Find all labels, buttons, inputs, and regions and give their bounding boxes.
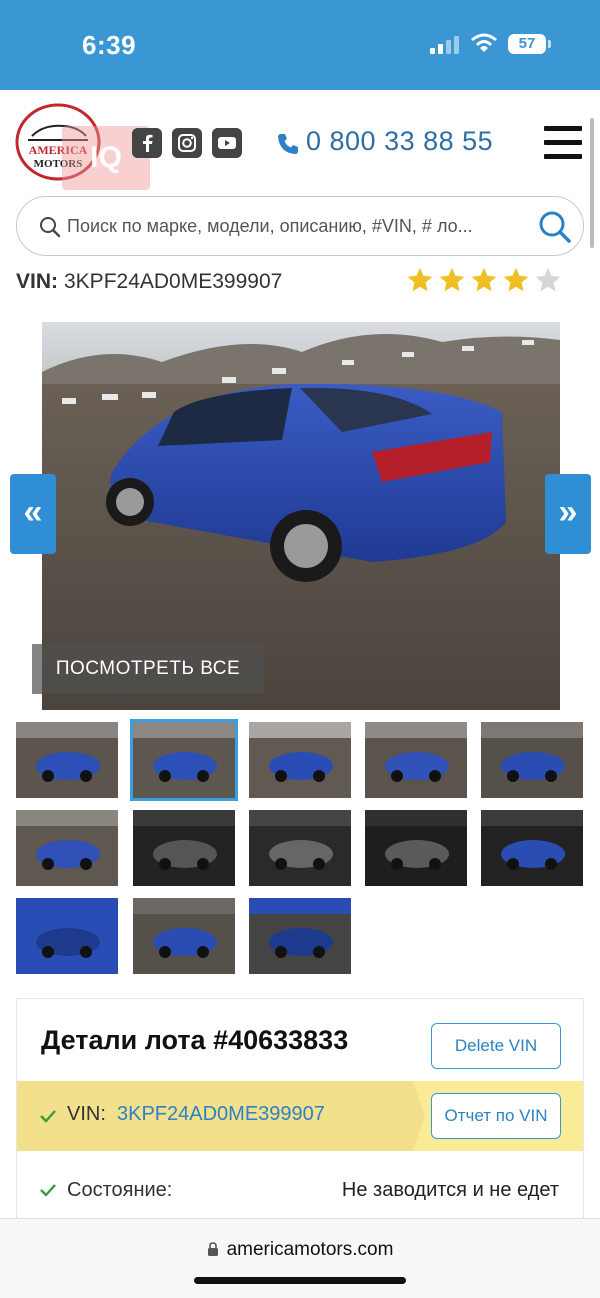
gallery-thumbnail[interactable] bbox=[249, 722, 351, 798]
phone-icon[interactable] bbox=[276, 132, 300, 156]
gallery-prev-button[interactable]: « bbox=[10, 474, 56, 554]
star-filled-icon bbox=[471, 267, 497, 292]
search-submit-icon[interactable] bbox=[537, 209, 573, 245]
gallery-thumbnail[interactable] bbox=[249, 810, 351, 886]
thumbnail-image bbox=[249, 810, 351, 886]
star-filled-icon bbox=[503, 267, 529, 292]
thumbnail-image bbox=[365, 810, 467, 886]
site-header: AMERICA MOTORS IQ 0 800 33 88 55 Поиск п… bbox=[0, 90, 600, 270]
gallery-thumbnail[interactable] bbox=[16, 810, 118, 886]
thumbnail-image bbox=[365, 722, 467, 798]
search-placeholder: Поиск по марке, модели, описанию, #VIN, … bbox=[67, 216, 473, 236]
phone-number-link[interactable]: 0 800 33 88 55 bbox=[306, 126, 493, 157]
vin-label: VIN: bbox=[16, 270, 58, 293]
url-display[interactable]: americamotors.com bbox=[0, 1239, 600, 1261]
rating-stars bbox=[406, 266, 576, 296]
search-icon bbox=[40, 217, 61, 238]
vin-value: 3KPF24AD0ME399907 bbox=[64, 270, 283, 293]
hamburger-menu-button[interactable] bbox=[544, 126, 584, 160]
condition-value: Не заводится и не едет bbox=[341, 1179, 559, 1201]
url-text: americamotors.com bbox=[226, 1239, 394, 1260]
lot-details-card: Детали лота #40633833 Delete VIN VIN: 3K… bbox=[16, 998, 584, 1228]
battery-indicator: 57 bbox=[508, 34, 551, 54]
check-icon bbox=[40, 1184, 56, 1197]
gallery-thumbnail[interactable] bbox=[365, 810, 467, 886]
status-bar: 6:39 57 bbox=[0, 0, 600, 90]
details-vin-label: VIN: bbox=[67, 1103, 106, 1125]
thumbnail-image bbox=[133, 722, 235, 798]
lock-icon bbox=[207, 1242, 218, 1256]
vin-row: VIN: 3KPF24AD0ME399907 bbox=[16, 267, 584, 300]
star-empty-icon bbox=[535, 267, 561, 292]
thumbnail-image bbox=[249, 898, 351, 974]
gallery-thumbnail[interactable] bbox=[365, 722, 467, 798]
thumbnail-image bbox=[249, 722, 351, 798]
gallery-thumbnail[interactable] bbox=[16, 722, 118, 798]
cellular-signal-icon bbox=[430, 36, 462, 54]
lot-details-title: Детали лота #40633833 bbox=[41, 1025, 349, 1055]
gallery-thumbnail[interactable] bbox=[133, 810, 235, 886]
delete-vin-button[interactable]: Delete VIN bbox=[431, 1023, 561, 1069]
page-scrollbar[interactable] bbox=[590, 118, 594, 248]
gallery-thumbnail[interactable] bbox=[249, 898, 351, 974]
gallery-thumbnail[interactable] bbox=[481, 810, 583, 886]
star-filled-icon bbox=[407, 267, 433, 292]
gallery-thumbnail[interactable] bbox=[130, 719, 238, 801]
check-icon bbox=[40, 1110, 56, 1123]
wifi-icon bbox=[471, 33, 497, 52]
facebook-icon[interactable] bbox=[132, 128, 162, 158]
thumbnail-image bbox=[481, 810, 583, 886]
condition-label: Состояние: bbox=[67, 1179, 173, 1201]
thumbnail-image bbox=[16, 722, 118, 798]
thumbnail-image bbox=[16, 898, 118, 974]
vin-report-button[interactable]: Отчет по VIN bbox=[431, 1093, 561, 1139]
star-filled-icon bbox=[439, 267, 465, 292]
vin-band: VIN: 3KPF24AD0ME399907 Отчет по VIN bbox=[17, 1081, 583, 1151]
view-all-photos-button[interactable]: ПОСМОТРЕТЬ ВСЕ bbox=[32, 644, 264, 694]
search-input[interactable]: Поиск по марке, модели, описанию, #VIN, … bbox=[16, 196, 584, 256]
thumbnail-image bbox=[133, 898, 235, 974]
gallery-next-button[interactable]: » bbox=[545, 474, 591, 554]
youtube-icon[interactable] bbox=[212, 128, 242, 158]
gallery-thumbnail[interactable] bbox=[133, 898, 235, 974]
thumbnail-image bbox=[16, 810, 118, 886]
gallery-thumbnail[interactable] bbox=[16, 898, 118, 974]
gallery-thumbnail[interactable] bbox=[481, 722, 583, 798]
thumbnail-image bbox=[133, 810, 235, 886]
browser-address-bar[interactable]: americamotors.com bbox=[0, 1218, 600, 1298]
home-indicator[interactable] bbox=[194, 1277, 406, 1284]
instagram-icon[interactable] bbox=[172, 128, 202, 158]
thumbnail-image bbox=[481, 722, 583, 798]
status-time: 6:39 bbox=[82, 30, 137, 60]
details-vin-link[interactable]: 3KPF24AD0ME399907 bbox=[117, 1103, 325, 1126]
